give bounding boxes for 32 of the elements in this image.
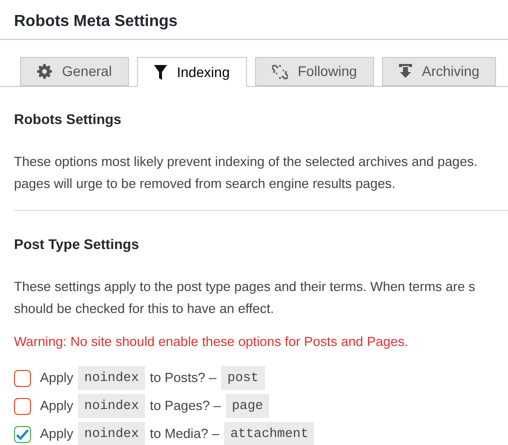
paragraph-line: should be checked for this to have an effect. (14, 300, 274, 318)
window-title: Robots Meta Settings (14, 12, 178, 32)
paragraph-line: These settings apply to the post type pages and their terms. When terms are s (14, 278, 476, 296)
gear-icon (37, 64, 52, 79)
checkmark-icon (16, 428, 29, 440)
checkbox[interactable] (14, 370, 31, 386)
code-snippet: post (221, 366, 265, 390)
option-label: Apply (40, 425, 74, 444)
code-snippet: noindex (78, 394, 145, 418)
section-heading: Post Type Settings (14, 235, 139, 254)
code-snippet: noindex (78, 422, 145, 445)
code-snippet: page (226, 394, 270, 418)
download-icon (398, 64, 412, 79)
broken-link-icon (272, 64, 288, 80)
paragraph-line: pages will urge to be removed from search engine results pages. (14, 175, 396, 193)
tab[interactable]: Archiving (382, 57, 496, 86)
option-label: Apply (40, 397, 74, 416)
code-snippet: noindex (78, 366, 145, 390)
option-label: to Media? – (150, 425, 220, 444)
option-label: Apply (40, 369, 74, 388)
checkbox[interactable] (14, 426, 31, 442)
option-label: to Pages? – (150, 397, 221, 416)
tab[interactable]: General (20, 57, 129, 86)
warning-text: Warning: No site should enable these options for Posts and Pages. (14, 333, 408, 351)
tab[interactable]: Following (254, 57, 374, 86)
checkbox[interactable] (14, 398, 31, 414)
section-heading: Robots Settings (14, 110, 122, 129)
tab[interactable]: Indexing (136, 57, 247, 87)
option-label: to Posts? – (150, 369, 216, 388)
paragraph-line: These options most likely prevent indexing of the selected archives and pages. (14, 153, 478, 171)
funnel-icon (154, 64, 167, 80)
code-snippet: attachment (224, 422, 314, 445)
